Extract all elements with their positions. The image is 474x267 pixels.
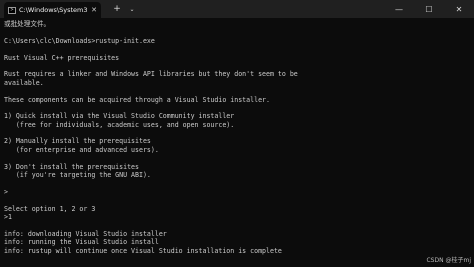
close-button[interactable]: ✕ bbox=[444, 0, 474, 18]
tab-title: C:\Windows\System32\cmd.e bbox=[19, 6, 87, 14]
console-line: >1 bbox=[4, 212, 12, 221]
console-line: (if you're targeting the GNU ABI). bbox=[4, 171, 151, 180]
console-output[interactable]: 或批处理文件。 C:\Users\clc\Downloads>rustup-ini… bbox=[4, 20, 470, 260]
console-line: 1) Quick install via the Visual Studio C… bbox=[4, 112, 235, 121]
console-line: 或批处理文件。 bbox=[4, 20, 51, 28]
watermark: CSDN @桂子mj bbox=[426, 257, 471, 264]
tab-close-icon[interactable]: ✕ bbox=[91, 5, 97, 15]
chevron-down-icon[interactable]: ⌄ bbox=[125, 0, 139, 18]
new-tab-button[interactable]: + bbox=[109, 0, 125, 18]
console-line: Select option 1, 2 or 3 bbox=[4, 204, 96, 213]
console-line: (for enterprise and advanced users). bbox=[4, 145, 159, 154]
console-line: 2) Manually install the prerequisites bbox=[4, 137, 151, 146]
console-line: C:\Users\clc\Downloads>rustup-init.exe bbox=[4, 36, 155, 45]
console-line: info: running the Visual Studio install bbox=[4, 238, 159, 247]
console-line: info: rustup will continue once Visual S… bbox=[4, 246, 282, 255]
console-line: info: downloading Visual Studio installe… bbox=[4, 229, 167, 238]
console-line: available. bbox=[4, 78, 44, 87]
terminal-icon: > bbox=[8, 6, 16, 14]
console-line: Rust Visual C++ prerequisites bbox=[4, 53, 120, 62]
console-line: Rust requires a linker and Windows API l… bbox=[4, 70, 298, 79]
drag-region[interactable] bbox=[139, 0, 384, 18]
console-line: > bbox=[4, 187, 8, 196]
console-line: 3) Don't install the prerequisites bbox=[4, 162, 139, 171]
tab-cmd[interactable]: > C:\Windows\System32\cmd.e ✕ bbox=[4, 2, 101, 18]
maximize-button[interactable]: ☐ bbox=[414, 0, 444, 18]
minimize-button[interactable]: — bbox=[384, 0, 414, 18]
title-bar: > C:\Windows\System32\cmd.e ✕ + ⌄ — ☐ ✕ bbox=[0, 0, 474, 18]
console-line: (free for individuals, academic uses, an… bbox=[4, 120, 235, 129]
console-line: These components can be acquired through… bbox=[4, 95, 270, 104]
